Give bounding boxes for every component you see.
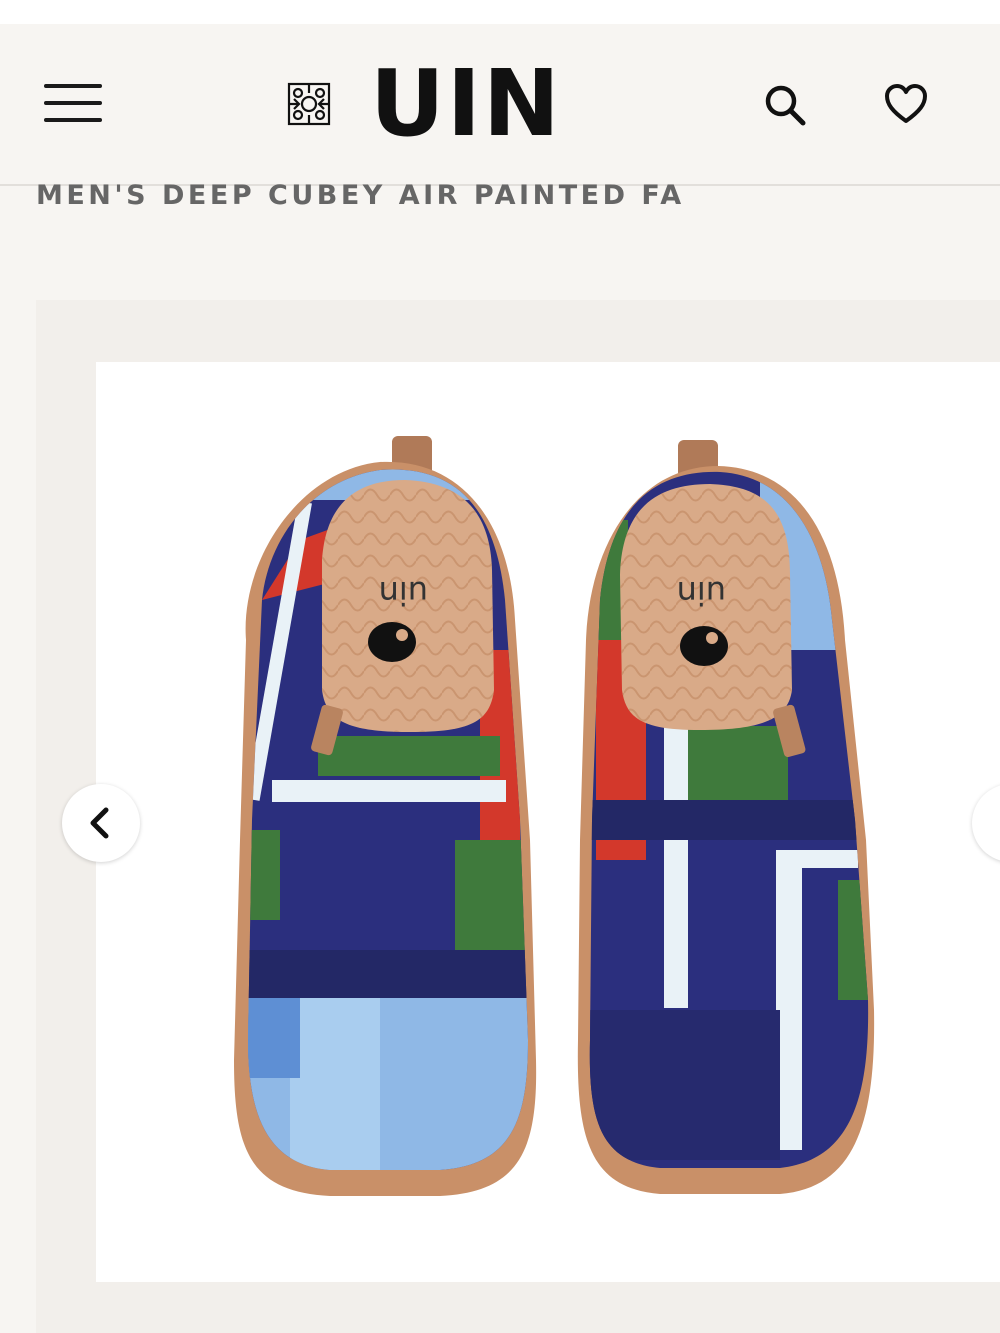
status-strip <box>0 0 1000 24</box>
shoes-illustration: uin uin <box>234 436 875 1196</box>
previous-image-button[interactable] <box>62 784 140 862</box>
chevron-left-icon <box>90 807 109 839</box>
heart-icon[interactable] <box>882 80 930 128</box>
brand-mark-icon <box>287 82 331 126</box>
site-header: UIN <box>0 24 1000 186</box>
product-title: MEN'S DEEP CUBEY AIR PAINTED FA <box>36 180 685 211</box>
right-insole-logo: uin <box>677 574 726 612</box>
chevron-right-icon <box>972 784 1000 862</box>
left-shoe: uin <box>234 436 537 1196</box>
hamburger-menu-icon[interactable] <box>44 82 104 124</box>
brand-name: UIN <box>370 50 562 157</box>
product-image[interactable]: uin uin <box>96 362 1000 1282</box>
search-icon[interactable] <box>760 80 808 128</box>
next-image-button[interactable] <box>972 784 1000 862</box>
brand-logo[interactable]: UIN <box>286 58 562 150</box>
right-shoe: uin <box>577 440 875 1194</box>
left-insole-logo: uin <box>379 574 428 612</box>
